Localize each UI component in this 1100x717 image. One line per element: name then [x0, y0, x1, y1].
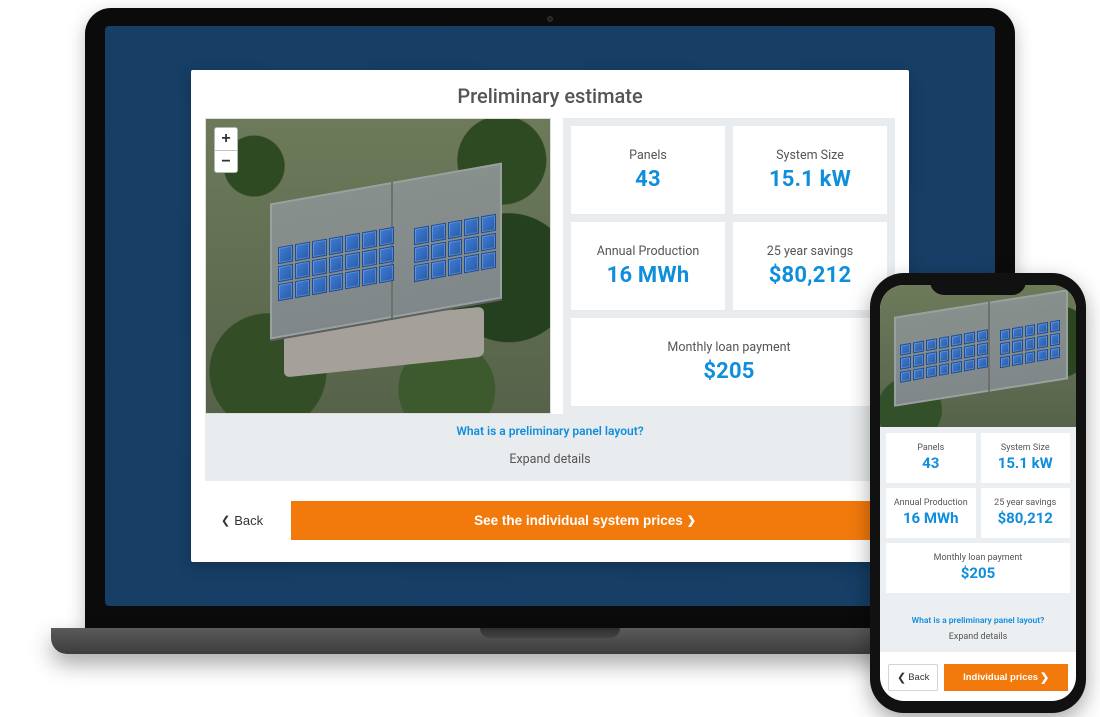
page-title: Preliminary estimate [191, 70, 909, 118]
stat-label: System Size [1001, 444, 1050, 453]
stat-value: $205 [961, 564, 995, 582]
zoom-out-button[interactable]: − [215, 150, 237, 172]
phone-screen: Panels 43 System Size 15.1 kW Annual Pro… [880, 285, 1076, 701]
stat-monthly-payment: Monthly loan payment $205 [886, 543, 1070, 593]
helper-row: What is a preliminary panel layout? [205, 414, 895, 442]
stat-value: $205 [703, 359, 754, 384]
stat-label: 25 year savings [767, 244, 853, 259]
phone-stats-grid: Panels 43 System Size 15.1 kW Annual Pro… [880, 427, 1076, 611]
stat-label: Panels [917, 444, 944, 453]
stat-value: 15.1 kW [998, 454, 1053, 472]
stat-value: 16 MWh [903, 509, 959, 527]
phone-footer-row: ❮ Back Individual prices ❯ [880, 652, 1076, 701]
footer-row: ❮ Back See the individual system prices … [191, 481, 909, 562]
stat-savings: 25 year savings $80,212 [981, 488, 1071, 538]
stats-grid: Panels 43 System Size 15.1 kW Annual Pro… [563, 118, 895, 414]
roof-map[interactable]: + − [205, 118, 551, 414]
stat-annual-production: Annual Production 16 MWh [571, 222, 725, 310]
stat-value: $80,212 [769, 263, 852, 288]
stat-label: System Size [776, 148, 844, 163]
see-prices-button[interactable]: Individual prices ❯ [944, 664, 1068, 691]
stat-annual-production: Annual Production 16 MWh [886, 488, 976, 538]
back-button-label: Back [908, 672, 929, 683]
zoom-controls: + − [214, 127, 238, 173]
chevron-left-icon: ❮ [221, 514, 230, 527]
see-prices-button[interactable]: See the individual system prices ❯ [291, 501, 879, 540]
stat-label: Annual Production [894, 499, 968, 508]
stat-value: 15.1 kW [769, 167, 851, 192]
cta-label: Individual prices [963, 672, 1038, 683]
expand-details-toggle[interactable]: Expand details [880, 628, 1076, 652]
back-button[interactable]: ❮ Back [221, 513, 263, 528]
stat-monthly-payment: Monthly loan payment $205 [571, 318, 887, 406]
stat-value: 16 MWh [607, 263, 690, 288]
preliminary-layout-link[interactable]: What is a preliminary panel layout? [456, 424, 643, 438]
stat-value: $80,212 [998, 509, 1053, 527]
stat-value: 43 [922, 454, 939, 472]
stat-label: Monthly loan payment [667, 340, 790, 355]
chevron-right-icon: ❯ [687, 514, 696, 527]
stat-label: Monthly loan payment [934, 554, 1023, 563]
cta-label: See the individual system prices [474, 513, 683, 528]
stat-system-size: System Size 15.1 kW [981, 433, 1071, 483]
stat-label: 25 year savings [994, 499, 1056, 508]
chevron-left-icon: ❮ [897, 671, 906, 684]
camera-icon [547, 16, 553, 22]
preliminary-layout-link[interactable]: What is a preliminary panel layout? [912, 616, 1045, 626]
back-button-label: Back [234, 513, 263, 528]
stat-label: Panels [629, 148, 667, 163]
phone-mockup: Panels 43 System Size 15.1 kW Annual Pro… [870, 273, 1086, 713]
expand-details-toggle[interactable]: Expand details [205, 442, 895, 481]
stat-label: Annual Production [597, 244, 700, 259]
stat-panels: Panels 43 [571, 126, 725, 214]
stat-panels: Panels 43 [886, 433, 976, 483]
back-button[interactable]: ❮ Back [888, 664, 938, 691]
stat-savings: 25 year savings $80,212 [733, 222, 887, 310]
phone-roof-map[interactable] [880, 285, 1076, 427]
helper-row: What is a preliminary panel layout? [880, 611, 1076, 628]
stat-value: 43 [635, 167, 661, 192]
laptop-screen: Preliminary estimate + − [105, 26, 995, 606]
stat-system-size: System Size 15.1 kW [733, 126, 887, 214]
zoom-in-button[interactable]: + [215, 128, 237, 150]
estimate-card: Preliminary estimate + − [191, 70, 909, 562]
chevron-right-icon: ❯ [1040, 671, 1049, 684]
